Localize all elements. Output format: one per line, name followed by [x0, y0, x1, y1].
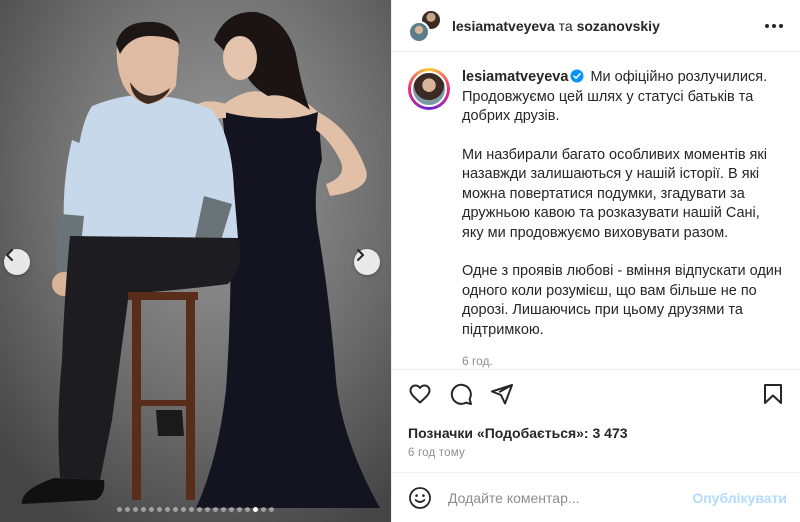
post-side-panel: lesiamatveyeva та sozanovskiy lesiamatve… [391, 0, 800, 522]
carousel-dot [149, 507, 154, 512]
post-actions [408, 379, 785, 409]
couple-photo [0, 0, 391, 522]
more-horizontal-icon [765, 23, 783, 28]
carousel-dot [205, 507, 210, 512]
caption-username[interactable]: lesiamatveyeva [462, 69, 568, 85]
avatar-lesiamatveyeva [408, 20, 430, 43]
carousel-dot [157, 507, 162, 512]
carousel-dot [133, 507, 138, 512]
post-authors: lesiamatveyeva та sozanovskiy [452, 18, 762, 34]
author-joiner: та [558, 17, 573, 34]
add-comment-bar: Опублікувати [392, 472, 800, 522]
carousel-dot [117, 507, 122, 512]
avatar-image [411, 71, 447, 107]
likes-count[interactable]: Позначки «Подобається»: 3 473 [408, 425, 628, 441]
caption-area: lesiamatveyeva Ми офіційно розлучилися. … [392, 52, 800, 369]
carousel-dot [213, 507, 218, 512]
carousel-dot [253, 507, 258, 512]
emoji-icon[interactable] [408, 486, 432, 510]
carousel-dot [189, 507, 194, 512]
send-icon[interactable] [490, 382, 514, 406]
caption-paragraph-1: lesiamatveyeva Ми офіційно розлучилися. … [462, 68, 784, 127]
carousel-dot [229, 507, 234, 512]
carousel-dot [269, 507, 274, 512]
carousel-dot [237, 507, 242, 512]
heart-icon[interactable] [408, 382, 432, 406]
author-link-2[interactable]: sozanovskiy [577, 18, 660, 34]
comment-icon[interactable] [449, 382, 473, 406]
divider [392, 369, 800, 370]
post-date[interactable]: 6 год тому [408, 447, 465, 459]
carousel-prev-button[interactable] [4, 249, 30, 275]
caption-paragraph-3: Одне з проявів любові - вміння відпускат… [462, 263, 782, 338]
carousel-dot [173, 507, 178, 512]
bookmark-icon[interactable] [761, 382, 785, 406]
post-photo-carousel[interactable] [0, 0, 391, 522]
carousel-next-button[interactable] [354, 249, 380, 275]
caption-avatar[interactable] [408, 68, 450, 110]
carousel-dot [261, 507, 266, 512]
carousel-dot [141, 507, 146, 512]
carousel-dot [197, 507, 202, 512]
chevron-right-icon [357, 249, 364, 261]
chevron-left-icon [6, 249, 13, 261]
post-header: lesiamatveyeva та sozanovskiy [392, 0, 800, 52]
instagram-post: lesiamatveyeva та sozanovskiy lesiamatve… [0, 0, 800, 522]
collab-avatars[interactable] [408, 8, 442, 43]
caption-text: lesiamatveyeva Ми офіційно розлучилися. … [462, 68, 784, 369]
carousel-dots [0, 507, 391, 512]
caption-paragraph-2: Ми назбирали багато особливих моментів я… [462, 146, 767, 241]
carousel-dot [125, 507, 130, 512]
verified-badge-icon [570, 69, 584, 83]
carousel-dot [221, 507, 226, 512]
comment-input[interactable] [448, 489, 693, 506]
author-link-1[interactable]: lesiamatveyeva [452, 18, 555, 34]
more-options-button[interactable] [762, 14, 786, 38]
carousel-dot [181, 507, 186, 512]
carousel-dot [165, 507, 170, 512]
publish-comment-button[interactable]: Опублікувати [692, 490, 787, 506]
carousel-dot [245, 507, 250, 512]
